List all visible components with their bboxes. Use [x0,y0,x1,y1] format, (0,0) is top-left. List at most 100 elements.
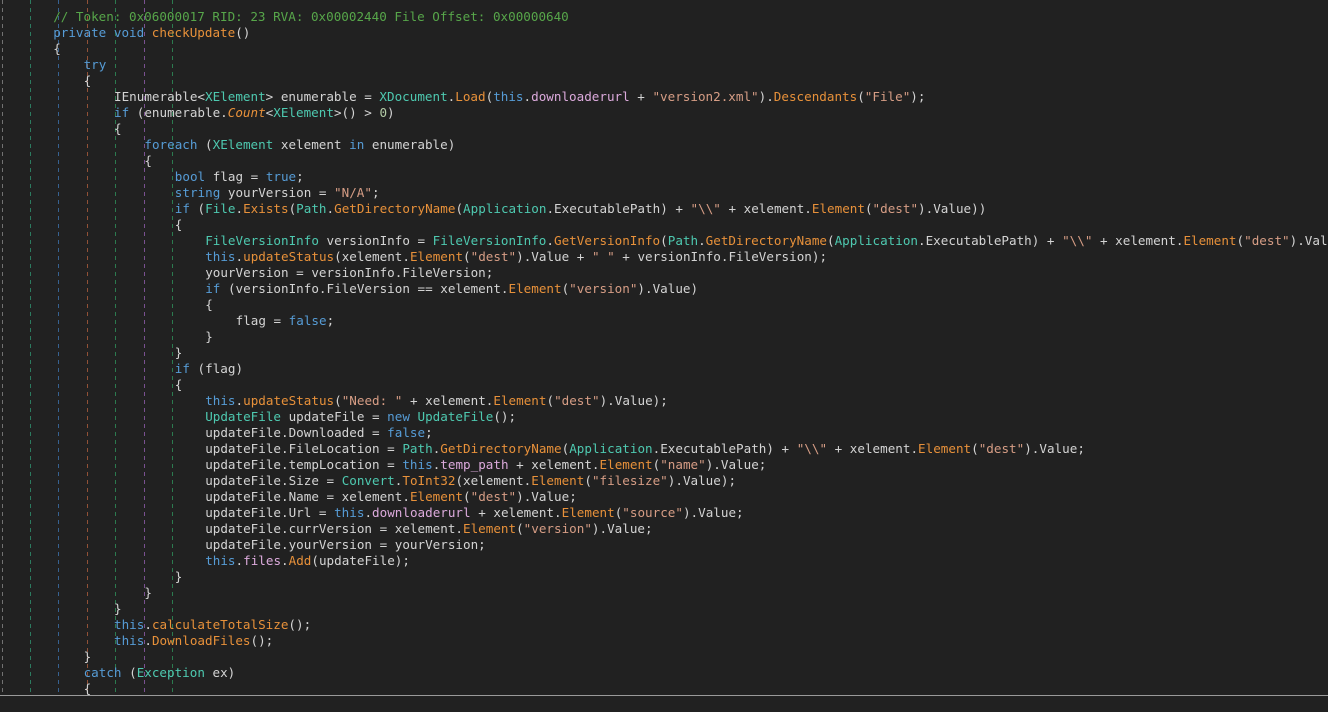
token-plain: { [174,217,183,232]
code-line[interactable]: { [0,377,1328,393]
token-string: "source" [622,505,683,520]
code-line[interactable]: } [0,345,1328,361]
token-type: Application [463,201,547,216]
code-line[interactable]: { [0,153,1328,169]
token-plain: ( [189,201,206,216]
code-line[interactable]: updateFile.yourVersion = yourVersion; [0,537,1328,553]
token-keyword: this [334,505,365,520]
code-line[interactable]: { [0,217,1328,233]
token-plain: . [326,201,335,216]
token-property: Value [1039,441,1078,456]
token-plain: . [281,553,289,568]
token-keyword: try [83,57,107,72]
code-content[interactable]: // Token: 0x06000017 RID: 23 RVA: 0x0000… [0,9,1328,712]
token-string: "\\" [690,201,721,216]
token-plain: . [918,233,926,248]
token-keyword: false [387,425,426,440]
token-plain: = xelement. [318,489,410,504]
token-plain: . [144,617,152,632]
code-line[interactable]: flag = false; [0,313,1328,329]
code-line[interactable]: if (enumerable.Count<XElement>() > 0) [0,105,1328,121]
token-keyword: catch [83,665,122,680]
token-string: "\\" [1062,233,1093,248]
token-plain: > enumerable = [265,89,380,104]
token-plain: () [235,25,251,40]
code-line[interactable]: this.calculateTotalSize(); [0,617,1328,633]
code-line[interactable]: this.updateStatus(xelement.Element("dest… [0,249,1328,265]
code-line[interactable]: } [0,569,1328,585]
token-plain: >() > [333,105,380,120]
code-line[interactable]: try [0,57,1328,73]
token-plain: flag = [235,313,289,328]
code-line[interactable]: updateFile.Size = Convert.ToInt32(xeleme… [0,473,1328,489]
token-plain: )) [971,201,987,216]
token-type: Application [834,233,918,248]
token-plain: ; [326,313,335,328]
token-plain: ( [864,201,873,216]
token-plain: ). [591,521,608,536]
token-type: XElement [273,105,334,120]
code-line[interactable]: updateFile.Downloaded = false; [0,425,1328,441]
code-line[interactable]: { [0,41,1328,57]
token-method: Element [811,201,865,216]
token-plain: updateFile. [205,441,289,456]
token-keyword: this [205,553,236,568]
token-type: Exception [136,665,205,680]
token-keyword: false [288,313,327,328]
token-keyword: void [113,25,145,40]
token-type: XDocument [379,89,448,104]
token-keyword: private [53,25,107,40]
token-string: "dest" [470,249,517,264]
code-line[interactable]: updateFile.Url = this.downloaderurl + xe… [0,505,1328,521]
token-plain: ) + [766,441,797,456]
code-line[interactable]: { [0,297,1328,313]
code-line[interactable]: if (versionInfo.FileVersion == xelement.… [0,281,1328,297]
code-line[interactable]: this.updateStatus("Need: " + xelement.El… [0,393,1328,409]
code-line[interactable]: bool flag = true; [0,169,1328,185]
token-keyword: this [205,393,236,408]
code-line[interactable]: private void checkUpdate() [0,25,1328,41]
code-line[interactable]: { [0,73,1328,89]
code-line[interactable]: IEnumerable<XElement> enumerable = XDocu… [0,89,1328,105]
code-line[interactable]: foreach (XElement xelement in enumerable… [0,137,1328,153]
code-line[interactable]: this.DownloadFiles(); [0,633,1328,649]
token-string: "dest" [554,393,600,408]
token-plain: = [379,441,403,456]
token-plain: . [235,249,244,264]
code-line[interactable]: } [0,601,1328,617]
token-plain: ( [584,473,592,488]
code-line[interactable]: this.files.Add(updateFile); [0,553,1328,569]
code-line[interactable]: } [0,329,1328,345]
code-line[interactable]: if (File.Exists(Path.GetDirectoryName(Ap… [0,201,1328,217]
code-line[interactable]: catch (Exception ex) [0,665,1328,681]
code-line[interactable]: } [0,585,1328,601]
token-plain: . [546,233,554,248]
token-number: 0 [379,105,388,120]
token-plain: (xelement. [455,473,532,488]
code-line[interactable]: } [0,649,1328,665]
code-line[interactable]: updateFile.tempLocation = this.temp_path… [0,457,1328,473]
code-line[interactable]: yourVersion = versionInfo.FileVersion; [0,265,1328,281]
code-line[interactable]: if (flag) [0,361,1328,377]
token-plain: (xelement. [334,249,410,264]
code-line[interactable]: updateFile.Name = xelement.Element("dest… [0,489,1328,505]
token-plain: ; [736,505,744,520]
code-line[interactable]: // Token: 0x06000017 RID: 23 RVA: 0x0000… [0,9,1328,25]
token-type: FileVersionInfo [432,233,547,248]
token-string: "\\" [796,441,828,456]
code-line[interactable]: FileVersionInfo versionInfo = FileVersio… [0,233,1328,249]
code-line[interactable]: updateFile.currVersion = xelement.Elemen… [0,521,1328,537]
code-line[interactable]: UpdateFile updateFile = new UpdateFile()… [0,409,1328,425]
token-method: updateStatus [243,249,335,264]
token-plain: ex) [204,665,236,680]
code-viewer[interactable]: // Token: 0x06000017 RID: 23 RVA: 0x0000… [0,0,1328,712]
code-line[interactable]: { [0,121,1328,137]
token-type: UpdateFile [205,409,282,424]
token-plain: ( [516,521,524,536]
token-plain: + [629,89,653,104]
token-string: "Need: " [341,393,403,408]
code-line[interactable]: string yourVersion = "N/A"; [0,185,1328,201]
code-line[interactable]: updateFile.FileLocation = Path.GetDirect… [0,441,1328,457]
token-plain: ). [758,89,774,104]
